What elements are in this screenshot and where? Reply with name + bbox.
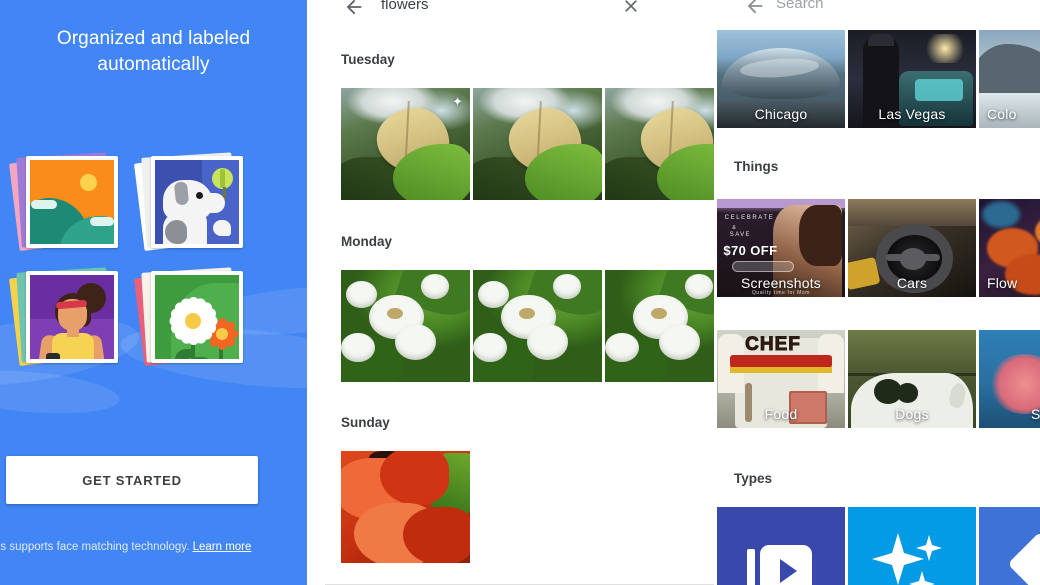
get-started-button[interactable]: GET STARTED bbox=[6, 456, 258, 504]
day-label-tuesday: Tuesday bbox=[341, 52, 395, 67]
tile-movies[interactable] bbox=[717, 507, 845, 585]
tile-collages[interactable] bbox=[979, 507, 1040, 585]
tile-label: Dogs bbox=[895, 406, 929, 422]
white-flower-photo-1[interactable] bbox=[341, 270, 470, 382]
illustration-grid bbox=[8, 150, 264, 375]
leaf-photo-1[interactable]: ✦ bbox=[341, 88, 470, 200]
onboarding-title-line2: automatically bbox=[97, 54, 210, 75]
leaf-photo-3[interactable] bbox=[605, 88, 714, 200]
tile-cars[interactable]: Cars bbox=[848, 199, 976, 297]
explore-panel: Search Chicago Las Vegas Colo Things CEL… bbox=[714, 0, 1040, 585]
learn-more-link[interactable]: Learn more bbox=[193, 541, 252, 553]
onboarding-title-line1: Organized and labeled bbox=[56, 28, 251, 49]
sparkle-icon: ✦ bbox=[452, 94, 463, 109]
flowers-card bbox=[133, 265, 249, 375]
tile-screenshots[interactable]: CELEBRATE & SAVE $70 OFF Screenshots Qua… bbox=[717, 199, 845, 297]
search-query-text[interactable]: flowers bbox=[381, 0, 429, 13]
dog-with-ball-photo bbox=[151, 156, 243, 248]
screenshot-price: $70 OFF bbox=[723, 243, 778, 259]
tile-chicago[interactable]: Chicago bbox=[717, 30, 845, 128]
tile-dogs[interactable]: Dogs bbox=[848, 330, 976, 428]
mountains-sunset-photo bbox=[26, 156, 118, 248]
collage-diamond-icon bbox=[1009, 533, 1040, 585]
tile-sky[interactable]: S bbox=[979, 330, 1040, 428]
food-tile-title: CHEF bbox=[745, 333, 801, 355]
tile-colorado[interactable]: Colo bbox=[979, 30, 1040, 128]
white-flower-photo-2[interactable] bbox=[473, 270, 602, 382]
day-label-sunday: Sunday bbox=[341, 415, 390, 430]
search-results-toolbar: flowers bbox=[325, 0, 714, 22]
flowers-photo bbox=[151, 271, 243, 363]
onboarding-panel: Organized and labeled automatically GET … bbox=[0, 0, 307, 585]
day-label-monday: Monday bbox=[341, 234, 393, 249]
landscape-card bbox=[8, 150, 124, 260]
tile-label: Las Vegas bbox=[878, 106, 946, 122]
close-icon[interactable] bbox=[621, 0, 641, 16]
tile-label: Cars bbox=[896, 275, 928, 291]
red-poppy-photo-1[interactable] bbox=[341, 451, 470, 563]
tile-label: Flow bbox=[987, 275, 1018, 291]
tile-label: Chicago bbox=[754, 106, 808, 122]
movie-play-icon bbox=[747, 539, 815, 585]
screenshot-line1: CELEBRATE bbox=[724, 214, 775, 221]
tile-label: S bbox=[1031, 406, 1040, 422]
tile-label: Screenshots bbox=[740, 275, 822, 291]
tile-label: Food bbox=[764, 406, 798, 422]
onboarding-title: Organized and labeled automatically bbox=[0, 26, 307, 78]
leaf-photo-2[interactable] bbox=[473, 88, 602, 200]
arrow-back-icon[interactable] bbox=[744, 0, 766, 17]
tile-animations[interactable] bbox=[848, 507, 976, 585]
screenshot-line3: SAVE bbox=[729, 232, 751, 239]
white-flower-photo-3[interactable] bbox=[605, 270, 714, 382]
search-results-panel: flowers Tuesday ✦ Monday Sunday bbox=[325, 0, 714, 585]
tile-label: Colo bbox=[987, 106, 1017, 122]
tile-flowers[interactable]: Flow bbox=[979, 199, 1040, 297]
screenshot-footer: Quality time for Mom bbox=[751, 290, 811, 296]
legal-text: hotos supports face matching technology. bbox=[0, 541, 190, 553]
portrait-woman-photo bbox=[26, 271, 118, 363]
explore-search-bar: Search bbox=[714, 0, 1040, 24]
dog-card bbox=[133, 150, 249, 260]
legal-disclaimer: hotos supports face matching technology.… bbox=[0, 541, 307, 553]
section-heading-types: Types bbox=[734, 471, 773, 486]
sparkles-icon bbox=[872, 531, 950, 585]
screenshot-line2: & bbox=[732, 225, 737, 232]
person-card bbox=[8, 265, 124, 375]
search-input[interactable]: Search bbox=[776, 0, 824, 12]
arrow-back-icon[interactable] bbox=[343, 0, 365, 18]
tile-food[interactable]: CHEF Food bbox=[717, 330, 845, 428]
tile-las-vegas[interactable]: Las Vegas bbox=[848, 30, 976, 128]
section-heading-things: Things bbox=[734, 159, 779, 174]
app-root: Organized and labeled automatically GET … bbox=[0, 0, 1040, 585]
